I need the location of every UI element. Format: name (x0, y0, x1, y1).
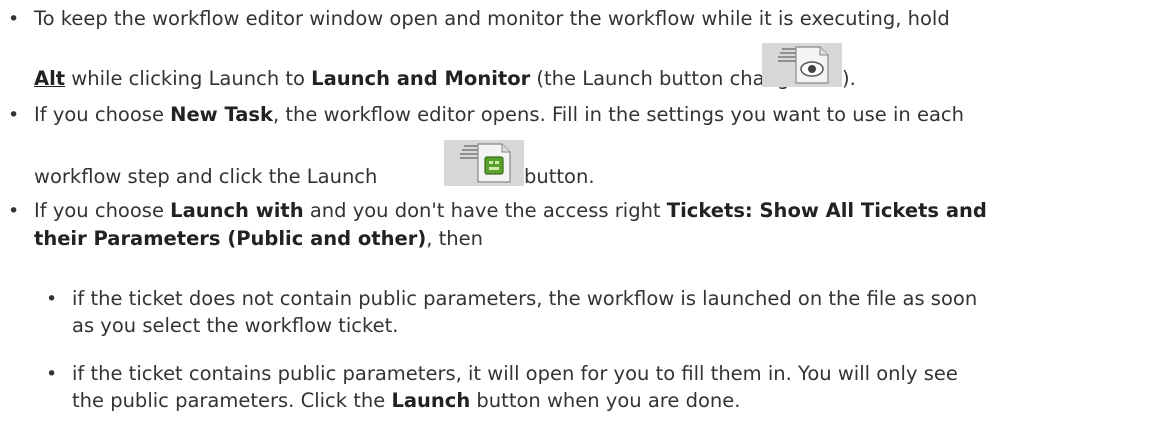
item-2-line-2: workflow step and click the Launch (34, 164, 377, 190)
bullet: • (8, 200, 20, 222)
item-3-text-b: and you don't have the access right (303, 199, 667, 222)
subitem-2-line-1: if the ticket contains public parameters… (72, 361, 958, 387)
item-1-line-2: Alt while clicking Launch to Launch and … (34, 66, 837, 92)
new-task-label: New Task (170, 103, 274, 126)
subitem-1-line-2: as you select the workflow ticket. (72, 313, 398, 339)
item-3-line-1: If you choose Launch with and you don't … (34, 198, 987, 224)
item-2-line-1: If you choose New Task, the workflow edi… (34, 102, 964, 128)
item-1-text: To keep the workflow editor window open … (34, 7, 950, 30)
bullet: • (8, 104, 20, 126)
subitem-2-text-c: button when you are done. (470, 389, 741, 412)
document: • To keep the workflow editor window ope… (0, 0, 1150, 446)
subitem-1-text-b: as you select the workflow ticket. (72, 314, 399, 337)
item-2-text-d: button. (524, 165, 595, 188)
access-right-label: Tickets: Show All Tickets and (666, 199, 987, 222)
item-2-text-c: workflow step and click the Launch (34, 165, 378, 188)
launch-label: Launch (391, 389, 471, 412)
subitem-1-line-1: if the ticket does not contain public pa… (72, 286, 977, 312)
item-2-line-2-end: button. (524, 164, 595, 190)
sub-bullet: • (46, 363, 58, 385)
item-2-text-a: If you choose (34, 103, 171, 126)
alt-key: Alt (34, 67, 66, 90)
subitem-2-text-a: if the ticket contains public parameters… (72, 362, 958, 385)
item-3-text-c: , then (426, 227, 483, 250)
subitem-2-line-2: the public parameters. Click the Launch … (72, 388, 740, 414)
sub-bullet: • (46, 288, 58, 310)
item-3-text-a: If you choose (34, 199, 171, 222)
item-3-line-2: their Parameters (Public and other), the… (34, 226, 483, 252)
item-1-text-a: while clicking Launch to (65, 67, 312, 90)
item-1-text-c: ). (842, 67, 856, 90)
item-2-text-b: , the workflow editor opens. Fill in the… (273, 103, 964, 126)
launch-with-label: Launch with (170, 199, 304, 222)
item-1-line-2-end: ). (842, 66, 856, 92)
item-1-line-1: To keep the workflow editor window open … (34, 6, 950, 32)
bullet: • (8, 8, 20, 30)
access-right-label-cont: their Parameters (Public and other) (34, 227, 427, 250)
launch-and-monitor-label: Launch and Monitor (311, 67, 531, 90)
subitem-1-text-a: if the ticket does not contain public pa… (72, 287, 978, 310)
launch-and-monitor-icon (762, 43, 842, 87)
launch-icon (444, 140, 524, 186)
subitem-2-text-b: the public parameters. Click the (72, 389, 392, 412)
